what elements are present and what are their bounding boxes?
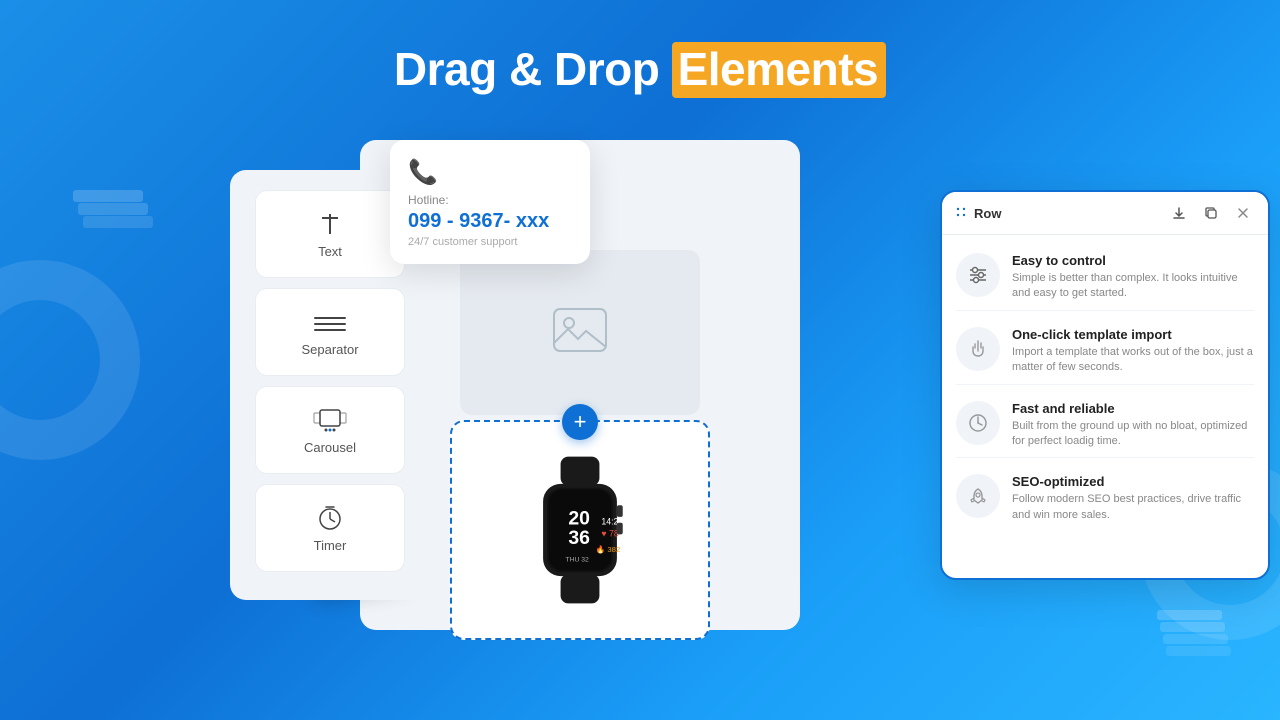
sidebar-item-carousel[interactable]: Carousel	[255, 386, 405, 474]
page-title: Drag & Drop Elements	[0, 42, 1280, 98]
image-placeholder-icon	[550, 305, 610, 360]
separator-icon	[312, 308, 348, 336]
feature-desc-seo: Follow modern SEO best practices, drive …	[1012, 492, 1254, 523]
svg-text:♥ 78: ♥ 78	[601, 528, 618, 538]
svg-text:THU 32: THU 32	[565, 557, 589, 564]
drag-icon[interactable]	[954, 205, 968, 222]
carousel-icon	[312, 406, 348, 434]
sidebar-item-timer[interactable]: Timer	[255, 484, 405, 572]
title-highlight: Elements	[672, 42, 887, 98]
rocket-icon	[967, 485, 989, 507]
main-container: 📞 Hotline: 099 - 9367- xxx 24/7 customer…	[230, 140, 1050, 670]
image-placeholder	[460, 250, 700, 415]
sliders-icon-wrap	[956, 253, 1000, 297]
sidebar-label-timer: Timer	[314, 538, 347, 553]
sidebar-item-separator[interactable]: Separator	[255, 288, 405, 376]
feature-desc-fast-reliable: Built from the ground up with no bloat, …	[1012, 419, 1254, 450]
product-drop-zone[interactable]: + 20 36 14:25 ♥ 78 🔥 382 THU 32	[450, 420, 710, 640]
text-icon	[316, 210, 344, 238]
feature-item-seo: SEO-optimized Follow modern SEO best pra…	[956, 466, 1254, 531]
feature-item-easy-control: Easy to control Simple is better than co…	[956, 245, 1254, 311]
sidebar-item-text[interactable]: Text	[255, 190, 405, 278]
copy-button[interactable]	[1198, 200, 1224, 226]
rocket-icon-wrap	[956, 474, 1000, 518]
sidebar-label-separator: Separator	[301, 342, 358, 357]
hotline-number: 099 - 9367- xxx	[408, 210, 572, 233]
feature-title-seo: SEO-optimized	[1012, 474, 1254, 489]
svg-text:36: 36	[568, 527, 590, 549]
wave-decoration-left	[0, 260, 140, 460]
feature-text-one-click: One-click template import Import a templ…	[1012, 327, 1254, 376]
feature-item-fast-reliable: Fast and reliable Built from the ground …	[956, 393, 1254, 459]
close-icon	[1237, 207, 1249, 219]
feature-title-easy-control: Easy to control	[1012, 253, 1254, 268]
timer-icon	[316, 504, 344, 532]
drag-handle-icon	[954, 205, 968, 219]
feature-text-fast-reliable: Fast and reliable Built from the ground …	[1012, 401, 1254, 450]
page-header: Drag & Drop Elements	[0, 0, 1280, 98]
feature-list: Easy to control Simple is better than co…	[942, 235, 1268, 541]
feature-desc-one-click: Import a template that works out of the …	[1012, 345, 1254, 376]
feature-title-fast-reliable: Fast and reliable	[1012, 401, 1254, 416]
close-button[interactable]	[1230, 200, 1256, 226]
sidebar-label-carousel: Carousel	[304, 440, 356, 455]
feature-item-one-click: One-click template import Import a templ…	[956, 319, 1254, 385]
feature-text-easy-control: Easy to control Simple is better than co…	[1012, 253, 1254, 302]
stack-icon-left	[68, 165, 158, 245]
hotline-card: 📞 Hotline: 099 - 9367- xxx 24/7 customer…	[390, 140, 590, 264]
row-label: Row	[974, 206, 1001, 221]
feature-desc-easy-control: Simple is better than complex. It looks …	[1012, 271, 1254, 302]
sidebar-label-text: Text	[318, 244, 342, 259]
stack-icon-right	[1152, 595, 1232, 665]
download-icon	[1172, 206, 1186, 220]
feature-title-one-click: One-click template import	[1012, 327, 1254, 342]
feature-text-seo: SEO-optimized Follow modern SEO best pra…	[1012, 474, 1254, 523]
svg-text:🔥 382: 🔥 382	[596, 544, 621, 554]
add-product-button[interactable]: +	[562, 404, 598, 440]
row-toolbar: Row	[942, 192, 1268, 235]
hand-icon	[967, 338, 989, 360]
download-button[interactable]	[1166, 200, 1192, 226]
title-text: Drag & Drop	[394, 43, 672, 95]
clock-icon	[967, 412, 989, 434]
clock-icon-wrap	[956, 401, 1000, 445]
phone-icon: 📞	[408, 158, 572, 187]
hotline-label: Hotline:	[408, 193, 572, 207]
copy-icon	[1204, 206, 1218, 220]
sliders-icon	[967, 264, 989, 286]
hotline-support: 24/7 customer support	[408, 236, 572, 248]
features-panel: Row	[940, 190, 1270, 580]
hand-icon-wrap	[956, 327, 1000, 371]
product-watch-image: 20 36 14:25 ♥ 78 🔥 382 THU 32	[510, 445, 650, 615]
